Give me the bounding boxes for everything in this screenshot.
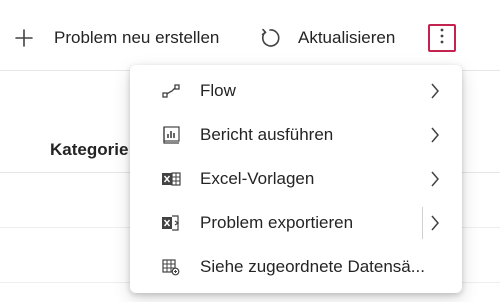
menu-item-export-problem[interactable]: Problem exportieren [130,201,462,245]
menu-item-label: Bericht ausführen [200,125,334,144]
flow-icon [160,80,182,102]
report-icon [160,124,182,146]
plus-icon [12,26,36,50]
command-bar: Problem neu erstellen Aktualisieren [0,0,500,70]
chevron-right-icon [428,82,442,100]
menu-item-related-records[interactable]: Siehe zugeordnete Datensä... [130,245,462,289]
menu-item-flow[interactable]: Flow [130,69,462,113]
menu-item-run-report[interactable]: Bericht ausführen [130,113,462,157]
split-divider [422,207,423,239]
chevron-right-icon [428,170,442,188]
refresh-icon [258,26,282,50]
refresh-button[interactable]: Aktualisieren [258,20,395,56]
menu-item-label: Siehe zugeordnete Datensä... [200,257,425,276]
chevron-right-icon [428,126,442,144]
new-problem-label: Problem neu erstellen [54,28,220,47]
new-problem-button[interactable]: Problem neu erstellen [12,20,219,56]
overflow-menu: Flow Bericht ausführen Excel-Vorlagen Pr… [130,65,462,293]
refresh-label: Aktualisieren [298,28,396,47]
column-header-kategorie[interactable]: Kategorie [50,140,128,160]
chevron-right-icon[interactable] [428,214,442,232]
excel-templates-icon [160,168,182,190]
excel-export-icon [160,212,182,234]
menu-item-excel-templates[interactable]: Excel-Vorlagen [130,157,462,201]
related-records-icon [160,256,182,278]
more-vertical-icon [439,27,445,50]
menu-item-label: Problem exportieren [200,213,354,232]
menu-item-label: Excel-Vorlagen [200,169,315,188]
more-commands-button[interactable] [428,24,456,52]
menu-item-label: Flow [200,81,236,100]
